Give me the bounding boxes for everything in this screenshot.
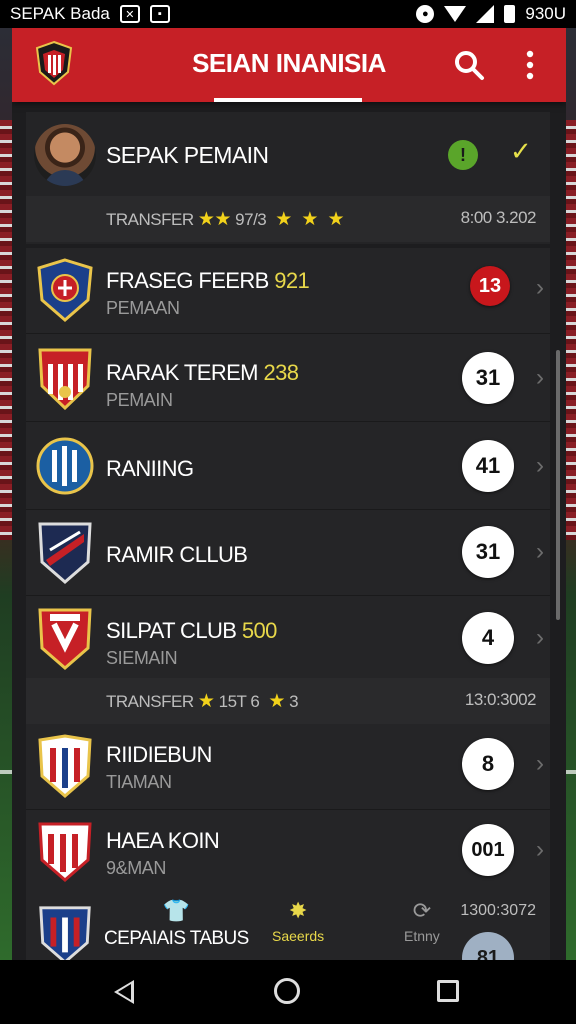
team-number: 500 (241, 618, 278, 643)
team-name: RAMIR CLLUB (106, 542, 248, 567)
notification-square-icon: ▪ (149, 5, 170, 23)
refresh-icon: ⟳ (412, 898, 432, 923)
club-crest-icon (37, 258, 93, 322)
chevron-right-icon[interactable]: › (536, 538, 544, 566)
transfer-value-2: 3 (289, 692, 299, 711)
app-bar: SEIAN INANISIA (12, 28, 566, 102)
tab-entry-label: Etnny (404, 928, 440, 944)
team-name: RIIDIEBUN (106, 742, 212, 767)
chevron-right-icon[interactable]: › (536, 624, 544, 652)
chevron-right-icon[interactable]: › (536, 452, 544, 480)
rank-badge: 8 (462, 738, 514, 790)
status-app-name: SEPAK Bada (10, 4, 110, 23)
bottom-time: 1300:3072 (460, 902, 536, 919)
chevron-right-icon[interactable]: › (536, 364, 544, 392)
rank-badge: 001 (462, 824, 514, 876)
check-icon[interactable]: ✓ (510, 136, 532, 167)
notification-icon: ✕ (119, 5, 140, 23)
wifi-icon (444, 6, 467, 22)
location-icon: ● (416, 5, 435, 23)
home-icon[interactable] (274, 978, 300, 1004)
signal-icon (476, 5, 495, 23)
team-name: FRASEG FEERB (106, 268, 269, 293)
star-icon: ★★ (197, 209, 232, 230)
list-item[interactable]: SILPAT CLUB 500 SIEMAIN 4 › (26, 596, 550, 682)
bottom-tab-bar: 👕 CEPAIAIS TABUS ✸ Saeerds ⟳ Etnny 1300:… (26, 888, 550, 960)
star-burst-icon: ✸ (288, 898, 308, 923)
team-number: 238 (263, 360, 299, 385)
rank-badge: 31 (462, 526, 514, 578)
chevron-right-icon[interactable]: › (536, 836, 544, 864)
list-item[interactable]: RARAK TEREM 238 PEMAIN 31 › (26, 334, 550, 422)
app-panel: SEIAN INANISIA SEPAK PEMAIN ! ✓ TRANSFER… (12, 28, 566, 960)
chevron-right-icon[interactable]: › (536, 750, 544, 778)
shirt-icon: 👕 (162, 898, 191, 923)
team-name: SILPAT CLUB (106, 618, 237, 643)
info-icon[interactable]: ! (448, 140, 478, 170)
chevron-right-icon[interactable]: › (536, 274, 544, 302)
club-crest-icon (38, 734, 92, 798)
transfer-value: 97/3 (235, 210, 267, 229)
team-subtitle: 9&MAN (106, 858, 167, 878)
team-number: 921 (274, 268, 310, 293)
club-crest-icon (38, 608, 92, 670)
system-nav-bar (0, 960, 576, 1024)
star-icon: ★ ★ ★ (270, 209, 344, 230)
transfer-time: 13:0:3002 (464, 690, 537, 709)
club-crest-icon (39, 906, 91, 960)
list-item[interactable]: HAEA KOIN 9&MAN 001 › (26, 810, 550, 896)
rank-badge: 13 (470, 266, 510, 306)
star-icon: ★ (197, 691, 215, 712)
status-time: 930U (525, 4, 566, 23)
team-name: HAEA KOIN (106, 828, 220, 853)
team-subtitle: TIAMAN (106, 772, 172, 792)
transfer-label: TRANSFER (106, 692, 194, 711)
more-vert-icon[interactable] (518, 48, 542, 82)
tab-teams[interactable]: 👕 CEPAIAIS TABUS (104, 898, 249, 950)
transfer-bar: TRANSFER ★★ 97/3 ★ ★ ★ 8:00 3.202 (26, 196, 550, 242)
status-bar: SEPAK Bada ✕ ▪ ● 930U (0, 0, 576, 28)
battery-icon (504, 5, 516, 23)
list-item[interactable]: RANIING 41 › (26, 422, 550, 510)
tab-entry[interactable]: ⟳ Etnny (404, 898, 440, 944)
tab-indicator (214, 98, 362, 102)
transfer-bar: TRANSFER ★ 15T 6 ★ 3 13:0:3002 (26, 678, 550, 724)
player-avatar (34, 124, 96, 186)
rank-badge: 81 (462, 932, 514, 960)
search-icon[interactable] (452, 48, 486, 82)
team-subtitle: PEMAAN (106, 298, 180, 318)
scrollbar[interactable] (556, 350, 560, 620)
rank-badge: 31 (462, 352, 514, 404)
transfer-label: TRANSFER (106, 210, 194, 229)
rank-badge: 4 (462, 612, 514, 664)
team-name: RARAK TEREM (106, 360, 259, 385)
transfer-value: 15T 6 (218, 692, 260, 711)
tab-search[interactable]: ✸ Saeerds (272, 898, 324, 944)
team-subtitle: SIEMAIN (106, 648, 178, 668)
list-item[interactable]: FRASEG FEERB 921 PEMAAN 13 › (26, 248, 550, 334)
tab-teams-label: CEPAIAIS TABUS (104, 928, 249, 949)
player-name: SEPAK PEMAIN (106, 142, 269, 168)
tab-search-label: Saeerds (272, 928, 325, 944)
back-icon[interactable] (114, 980, 134, 1004)
list-item[interactable]: RIIDIEBUN TIAMAN 8 › (26, 724, 550, 810)
club-crest-icon (38, 348, 92, 410)
club-crest-icon (36, 437, 94, 495)
rank-badge: 41 (462, 440, 514, 492)
team-name: RANIING (106, 456, 194, 481)
transfer-time: 8:00 3.202 (460, 208, 537, 227)
team-subtitle: PEMAIN (106, 390, 173, 410)
club-crest-icon (38, 822, 92, 882)
list-item[interactable]: RAMIR CLLUB 31 › (26, 510, 550, 596)
club-crest-icon (38, 522, 92, 584)
recent-apps-icon[interactable] (437, 980, 459, 1002)
star-icon: ★ (263, 691, 285, 712)
